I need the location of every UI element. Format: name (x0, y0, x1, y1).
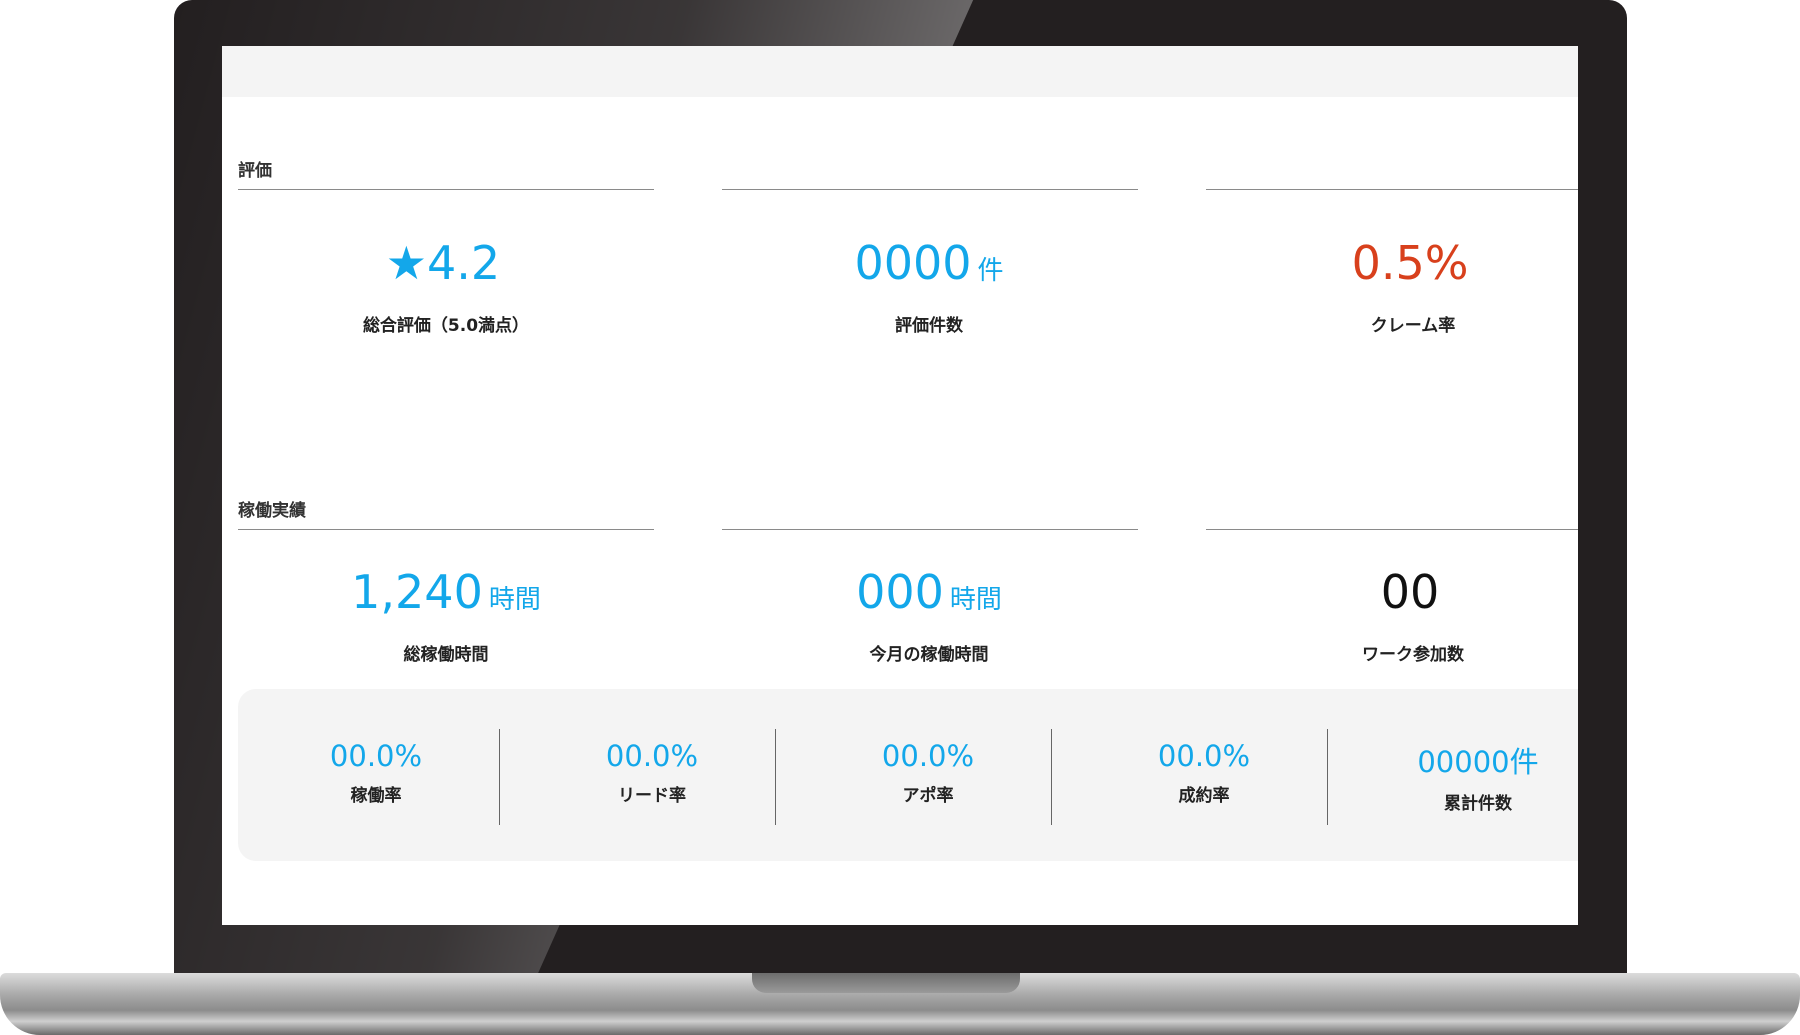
kpi-panel: 00.0% 稼働率 00.0% リード率 00.0% アポ率 00.0% 成約率… (238, 689, 1578, 861)
stat-unit: 件 (977, 256, 1004, 286)
stat-work-participation: 00 ワーク参加数 (1206, 564, 1578, 665)
section-rule (238, 529, 654, 530)
section-rule (238, 189, 654, 190)
stat-label: ワーク参加数 (1362, 645, 1464, 665)
stat-value: ★4.2 (239, 235, 653, 299)
stat-label: クレーム率 (1370, 316, 1456, 336)
stat-claim-rate: 0.5% クレーム率 (1206, 235, 1578, 336)
stat-overall-rating: ★4.2 総合評価（5.0満点） (239, 235, 653, 336)
kpi-label: 稼働率 (350, 786, 402, 806)
stat-number: 0000 (854, 236, 972, 290)
stat-unit: 時間 (949, 585, 1002, 615)
stat-value: 0.5% (1206, 235, 1578, 299)
stat-number: ★4.2 (385, 236, 501, 290)
section-title-evaluation: 評価 (238, 161, 272, 181)
stat-review-count: 0000 件 評価件数 (722, 235, 1136, 336)
kpi-label: 成約率 (1178, 786, 1230, 806)
stat-total-hours: 1,240 時間 総稼働時間 (239, 564, 653, 665)
stat-label: 総合評価（5.0満点） (362, 316, 530, 336)
stat-value: 00 (1206, 564, 1578, 628)
section-rule (1206, 529, 1578, 530)
section-title-operations: 稼働実績 (238, 501, 306, 521)
kpi-appointment-rate: 00.0% アポ率 (790, 739, 1066, 806)
stat-label: 総稼働時間 (403, 645, 489, 665)
stat-value: 000 時間 (722, 564, 1136, 628)
kpi-value: 00.0% (605, 739, 699, 773)
kpi-value: 00.0% (881, 739, 975, 773)
stat-number: 00 (1380, 565, 1440, 619)
section-rule (722, 189, 1138, 190)
stat-monthly-hours: 000 時間 今月の稼働時間 (722, 564, 1136, 665)
kpi-operation-rate: 00.0% 稼働率 (238, 739, 514, 806)
kpi-divider (1327, 729, 1328, 825)
kpi-value: 00000件 (1417, 745, 1539, 779)
stat-value: 1,240 時間 (239, 564, 653, 628)
stat-value: 0000 件 (722, 235, 1136, 299)
kpi-divider (775, 729, 776, 825)
kpi-divider (1051, 729, 1052, 825)
kpi-label: リード率 (618, 786, 686, 806)
kpi-lead-rate: 00.0% リード率 (514, 739, 790, 806)
kpi-value: 00.0% (329, 739, 423, 773)
stat-label: 評価件数 (895, 316, 963, 336)
section-rule (1206, 189, 1578, 190)
kpi-value: 00.0% (1157, 739, 1251, 773)
stat-number: 1,240 (351, 565, 483, 619)
kpi-label: 累計件数 (1444, 794, 1512, 814)
kpi-label: アポ率 (902, 786, 954, 806)
kpi-divider (499, 729, 500, 825)
stat-number: 0.5% (1351, 236, 1469, 290)
stat-number: 000 (856, 565, 944, 619)
section-rule (722, 529, 1138, 530)
kpi-cumulative-count: 00000件 累計件数 (1355, 739, 1578, 814)
kpi-contract-rate: 00.0% 成約率 (1066, 739, 1342, 806)
laptop-screen: 評価 ★4.2 総合評価（5.0満点） 0000 件 評価件数 0.5% クレーム… (222, 46, 1578, 925)
top-bar (222, 46, 1578, 97)
stat-unit: 時間 (488, 585, 541, 615)
stat-label: 今月の稼働時間 (869, 645, 989, 665)
laptop-hinge-notch (752, 973, 1020, 993)
